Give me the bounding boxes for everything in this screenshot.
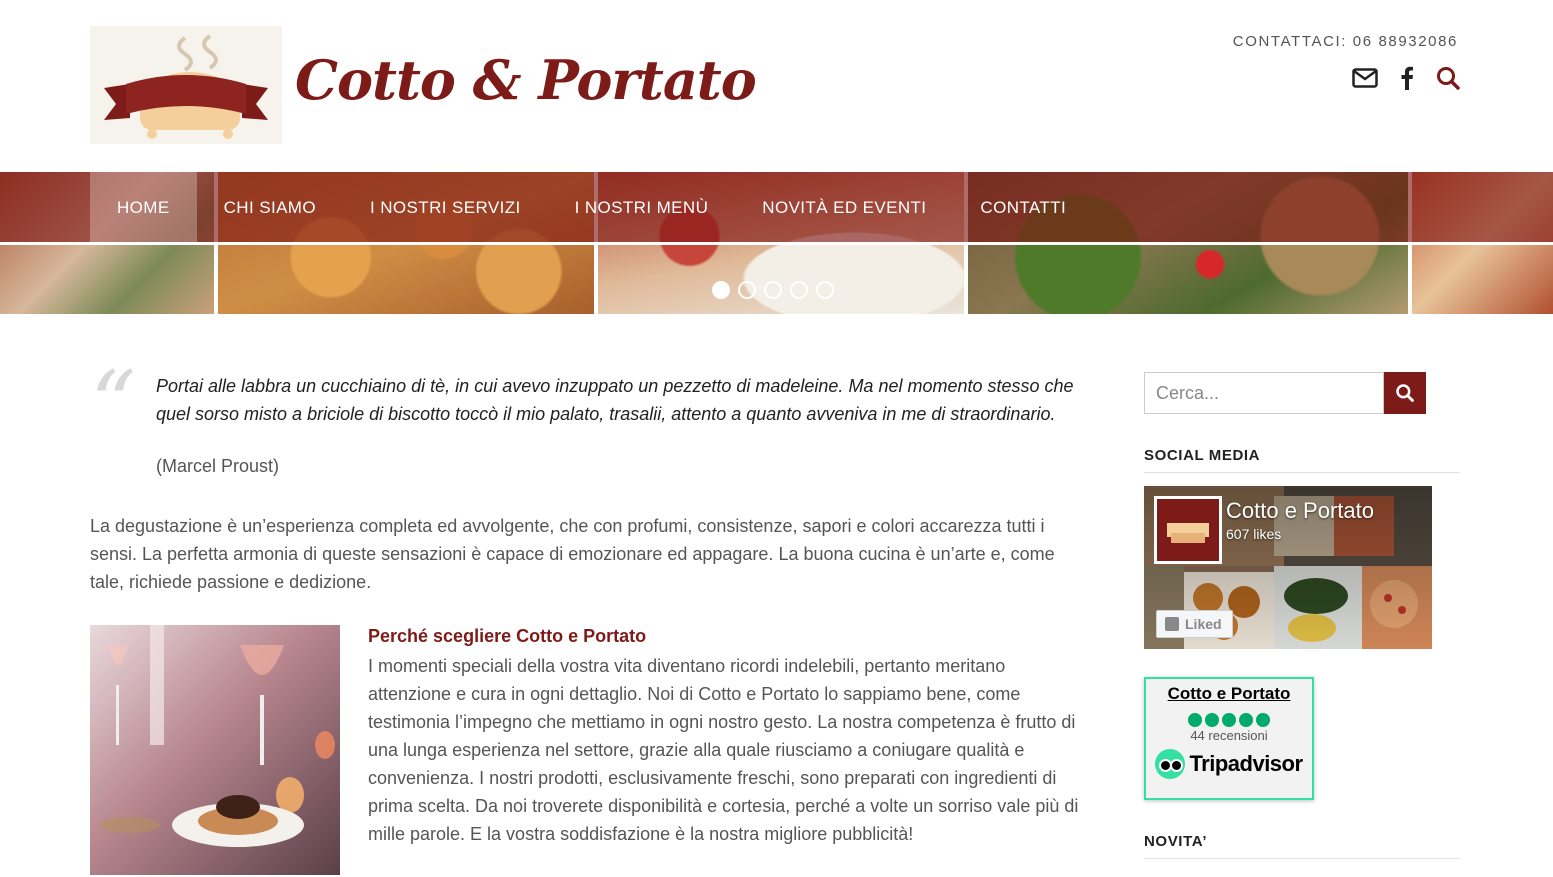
proust-quote: Portai alle labbra un cucchiaino di tè, … [156, 376, 1074, 424]
header-icons [1352, 64, 1460, 92]
facebook-icon[interactable] [1400, 64, 1414, 92]
tripadvisor-widget[interactable]: Cotto e Portato 44 recensioni Tripadviso… [1144, 677, 1314, 800]
slider-dot[interactable] [764, 281, 782, 299]
why-paragraph: I momenti speciali della vostra vita div… [368, 656, 1079, 844]
quote-author: (Marcel Proust) [156, 456, 280, 476]
rating-bubble-icon [1188, 713, 1202, 727]
rating-bubble-icon [1205, 713, 1219, 727]
slider-dots [712, 281, 834, 299]
nav-chi-siamo[interactable]: CHI SIAMO [197, 172, 343, 242]
nav-menu[interactable]: I NOSTRI MENÙ [548, 172, 736, 242]
slider-dot[interactable] [816, 281, 834, 299]
search-icon [1396, 384, 1414, 402]
nav-divider [0, 242, 1553, 245]
quote-mark-icon: “ [90, 352, 137, 457]
nav-eventi[interactable]: NOVITÀ ED EVENTI [735, 172, 953, 242]
liked-label: Liked [1185, 616, 1222, 632]
facebook-liked-button[interactable]: Liked [1156, 610, 1233, 638]
why-title: Perché scegliere Cotto e Portato [368, 626, 647, 646]
rating-bubble-icon [1239, 713, 1253, 727]
contact-phone[interactable]: CONTATTACI: 06 88932086 [1233, 33, 1458, 50]
facebook-icon [1165, 617, 1179, 631]
facebook-page-name[interactable]: Cotto e Portato [1226, 498, 1374, 524]
site-logo[interactable]: Cotto & Portato [90, 26, 757, 146]
social-media-title: SOCIAL MEDIA [1144, 447, 1460, 473]
tripadvisor-logo[interactable]: Tripadvisor [1146, 749, 1312, 779]
facebook-widget[interactable]: Cotto e Portato 607 likes Liked [1144, 486, 1432, 649]
search-button[interactable] [1384, 372, 1426, 414]
slider-dot[interactable] [738, 281, 756, 299]
table-photo [90, 625, 340, 875]
slider-dot[interactable] [712, 281, 730, 299]
news-title: NOVITA’ [1144, 833, 1460, 859]
hero-slider: HOME CHI SIAMO I NOSTRI SERVIZI I NOSTRI… [0, 172, 1553, 314]
tripadvisor-owl-icon [1155, 749, 1186, 779]
nav-home[interactable]: HOME [90, 172, 197, 242]
logo-mark [90, 26, 282, 144]
rating-bubble-icon [1256, 713, 1270, 727]
facebook-page-avatar[interactable] [1154, 496, 1222, 564]
slider-dot[interactable] [790, 281, 808, 299]
tripadvisor-wordmark: Tripadvisor [1189, 751, 1303, 776]
tripadvisor-business-name[interactable]: Cotto e Portato [1146, 684, 1312, 704]
tripadvisor-review-count[interactable]: 44 recensioni [1146, 728, 1312, 743]
search-icon[interactable] [1436, 64, 1460, 92]
intro-paragraph: La degustazione è un’esperienza completa… [90, 516, 1055, 592]
search-input[interactable]: Cerca... [1144, 372, 1384, 414]
nav-contatti[interactable]: CONTATTI [953, 172, 1093, 242]
site-header: Cotto & Portato CONTATTACI: 06 88932086 [0, 0, 1553, 172]
logo-text: Cotto & Portato [295, 48, 757, 112]
nav-servizi[interactable]: I NOSTRI SERVIZI [343, 172, 548, 242]
facebook-like-count: 607 likes [1226, 526, 1282, 542]
main-nav: HOME CHI SIAMO I NOSTRI SERVIZI I NOSTRI… [0, 172, 1553, 242]
rating-bubble-icon [1222, 713, 1236, 727]
tripadvisor-rating [1146, 713, 1312, 727]
envelope-icon[interactable] [1352, 64, 1378, 92]
